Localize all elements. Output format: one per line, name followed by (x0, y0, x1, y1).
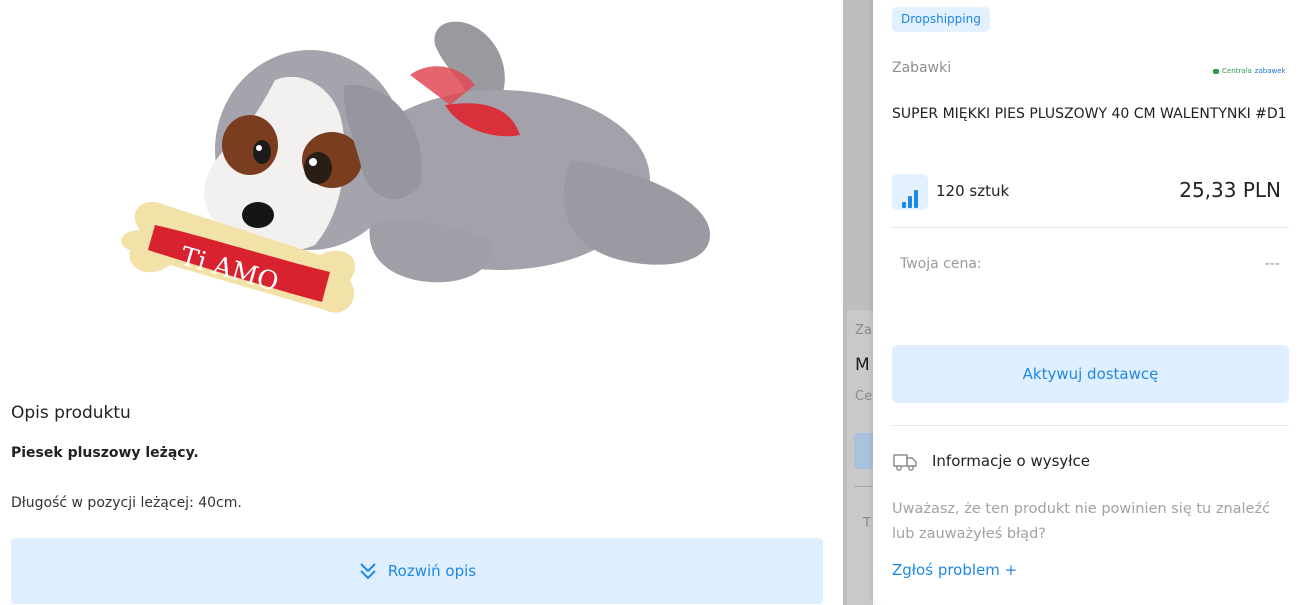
product-side-panel: Dropshipping Zabawki Centrala zabawek SU… (873, 0, 1301, 605)
product-name: SUPER MIĘKKI PIES PLUSZOWY 40 CM WALENTY… (892, 106, 1287, 122)
background-card-name: M (855, 355, 870, 375)
activate-supplier-label: Aktywuj dostawcę (1022, 365, 1159, 383)
background-card-supplier: Ce (855, 389, 873, 404)
product-image[interactable]: Ti AMO (100, 10, 740, 380)
background-card-label: T (863, 516, 871, 531)
background-card-category: Za (855, 323, 872, 338)
supplier-logo-icon (1213, 68, 1219, 74)
double-chevron-down-icon (360, 563, 376, 580)
activate-supplier-button[interactable]: Aktywuj dostawcę (892, 345, 1289, 403)
delivery-truck-icon (893, 454, 917, 471)
divider (892, 227, 1289, 228)
background-product-card: Za M Ce T (843, 0, 873, 605)
description-title: Opis produktu (11, 403, 131, 423)
divider (892, 425, 1289, 426)
background-card-divider (854, 486, 873, 487)
description-bold-line: Piesek pluszowy leżący. (11, 445, 199, 461)
expand-description-label: Rozwiń opis (387, 562, 477, 580)
your-price-value: --- (1264, 256, 1280, 272)
stock-bars-icon (892, 174, 928, 210)
your-price-label: Twoja cena: (900, 256, 982, 272)
expand-description-button[interactable]: Rozwiń opis (11, 538, 823, 604)
supplier-logo-text-2: zabawek (1254, 67, 1286, 75)
supplier-logo-text-1: Centrala (1222, 67, 1252, 75)
product-page: Ti AMO Opis produktu Piesek pluszowy leż… (0, 0, 843, 605)
description-text-line: Długość w pozycji leżącej: 40cm. (11, 495, 242, 511)
report-problem-text: Uważasz, że ten produkt nie powinien się… (892, 501, 1271, 542)
product-category: Zabawki (892, 60, 952, 76)
dropshipping-badge: Dropshipping (892, 7, 990, 32)
supplier-logo[interactable]: Centrala zabawek (1213, 67, 1286, 75)
shipping-info-label[interactable]: Informacje o wysyłce (932, 452, 1090, 470)
report-problem-link[interactable]: Zgłoś problem + (892, 561, 1017, 579)
product-price: 25,33 PLN (1179, 178, 1281, 202)
background-card-stock-icon (854, 433, 873, 469)
stock-quantity: 120 sztuk (936, 182, 1010, 200)
